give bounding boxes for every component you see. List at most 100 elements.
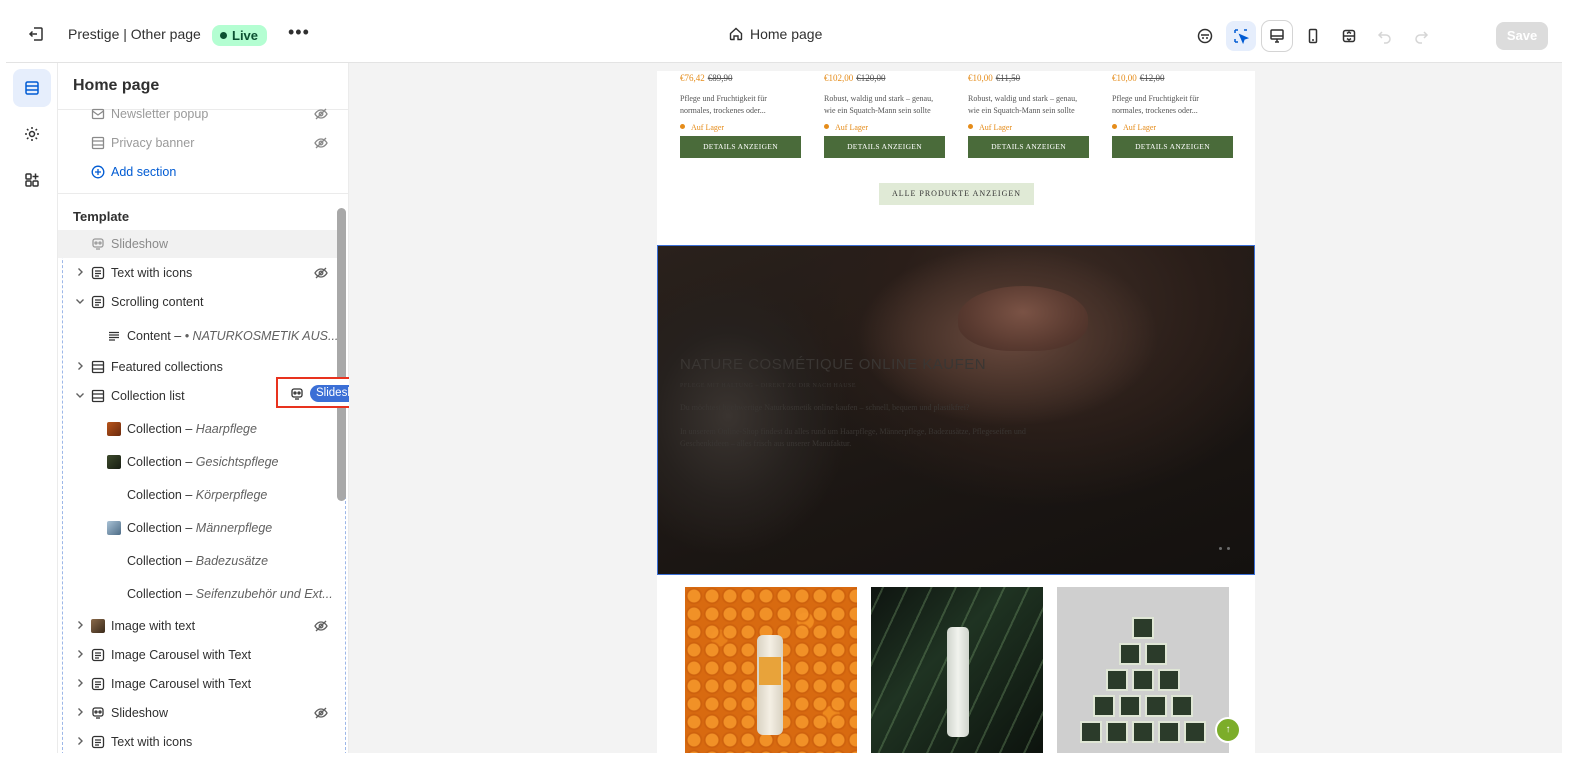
redo-icon[interactable] — [1406, 21, 1436, 51]
section-item-text-with-icons[interactable]: Text with icons — [58, 259, 338, 287]
eye-hidden-icon[interactable] — [314, 107, 328, 121]
text-block-icon — [91, 677, 105, 691]
divider — [58, 193, 348, 194]
mobile-view-icon[interactable] — [1298, 21, 1328, 51]
template-heading: Template — [73, 209, 130, 224]
soap-box — [1132, 669, 1154, 691]
scroll-top-button[interactable]: ↑ — [1215, 717, 1241, 743]
block-item-collection-koerperpflege[interactable]: Collection – Körperpflege — [58, 481, 338, 509]
section-icon — [91, 360, 105, 374]
collection-image[interactable] — [1057, 587, 1229, 753]
chevron-right-icon[interactable] — [74, 735, 86, 747]
collection-thumbnail — [107, 455, 121, 469]
product-card[interactable]: €10,00 €11,50 Robust, waldig und stark – … — [968, 71, 1090, 158]
chevron-down-icon[interactable] — [74, 389, 86, 401]
stock-dot-icon — [968, 124, 973, 129]
product-card[interactable]: €102,00 €120,00 Robust, waldig und stark … — [824, 71, 946, 158]
page-selector[interactable]: Home page — [728, 26, 822, 42]
chevron-down-icon[interactable] — [74, 295, 86, 307]
block-item-collection-maennerpflege[interactable]: Collection – Männerpflege — [58, 514, 338, 542]
section-panel: Home page Newsletter popup Privacy banne… — [58, 63, 349, 753]
chevron-right-icon[interactable] — [74, 706, 86, 718]
eye-hidden-icon[interactable] — [314, 136, 328, 150]
section-item-privacy-banner[interactable]: Privacy banner — [58, 129, 338, 157]
chevron-right-icon[interactable] — [74, 619, 86, 631]
status-badge: Live — [212, 25, 268, 46]
soap-box — [1171, 695, 1193, 717]
collection-image[interactable] — [871, 587, 1043, 753]
section-item-slideshow-dragging[interactable]: Slideshow — [58, 230, 338, 258]
block-item-collection-haarpflege[interactable]: Collection – Haarpflege — [58, 415, 338, 443]
save-button[interactable]: Save — [1496, 22, 1548, 50]
section-item-image-carousel-2[interactable]: Image Carousel with Text — [58, 670, 338, 698]
sections-icon[interactable] — [13, 69, 51, 107]
chevron-right-icon[interactable] — [74, 677, 86, 689]
apps-icon[interactable] — [13, 161, 51, 199]
gear-icon[interactable] — [13, 115, 51, 153]
eye-hidden-icon[interactable] — [314, 266, 328, 280]
section-icon — [91, 389, 105, 403]
block-item-collection-seifenzubehoer[interactable]: Collection – Seifenzubehör und Ext... — [58, 580, 338, 608]
left-rail — [6, 63, 58, 753]
undo-icon[interactable] — [1370, 21, 1400, 51]
exit-icon[interactable] — [26, 24, 48, 46]
soap-box — [1106, 669, 1128, 691]
section-icon — [91, 136, 105, 150]
slide-dot[interactable] — [1219, 547, 1222, 550]
soap-box — [1119, 695, 1141, 717]
soap-box — [1093, 695, 1115, 717]
soap-box — [1145, 695, 1167, 717]
block-item-collection-gesichtspflege[interactable]: Collection – Gesichtspflege — [58, 448, 338, 476]
product-card[interactable]: €10,00 €12,00 Pflege und Fruchtigkeit für… — [1112, 71, 1234, 158]
chevron-right-icon[interactable] — [74, 266, 86, 278]
section-item-newsletter-popup[interactable]: Newsletter popup — [58, 100, 338, 128]
text-block-icon — [91, 295, 105, 309]
slide-dot[interactable] — [1227, 547, 1230, 550]
sidekick-icon[interactable] — [1190, 21, 1220, 51]
collection-thumbnail — [107, 521, 121, 535]
text-block-icon — [91, 735, 105, 749]
preview-canvas: €76,42 €89,90 Pflege und Fruchtigkeit für… — [349, 63, 1562, 753]
eye-hidden-icon[interactable] — [314, 619, 328, 633]
text-block-icon — [91, 648, 105, 662]
section-item-slideshow-2[interactable]: Slideshow — [58, 699, 338, 727]
soap-box — [1158, 721, 1180, 743]
store-preview: €76,42 €89,90 Pflege und Fruchtigkeit für… — [657, 71, 1255, 753]
image-thumbnail — [91, 619, 105, 633]
add-section-button[interactable]: Add section — [58, 158, 338, 186]
hero-subtitle: PFLEGE MIT HALTUNG – DIREKT ZU DIR NACH … — [680, 383, 857, 389]
section-item-image-with-text[interactable]: Image with text — [58, 612, 338, 640]
soap-box — [1145, 643, 1167, 665]
product-card[interactable]: €76,42 €89,90 Pflege und Fruchtigkeit für… — [680, 71, 802, 158]
slideshow-icon — [92, 707, 104, 719]
block-item-content[interactable]: Content – • NATURKOSMETIK AUS... — [58, 322, 338, 350]
section-item-scrolling-content[interactable]: Scrolling content — [58, 288, 338, 316]
toolbar-icons — [1190, 21, 1436, 51]
theme-name[interactable]: Prestige | Other page — [68, 26, 201, 42]
collection-image[interactable] — [685, 587, 857, 753]
inspector-icon[interactable] — [1226, 21, 1256, 51]
details-button[interactable]: DETAILS ANZEIGEN — [824, 136, 945, 158]
text-block-icon — [91, 266, 105, 280]
more-actions-button[interactable]: ••• — [288, 22, 310, 43]
panel-scrollbar[interactable] — [337, 208, 346, 501]
home-icon — [729, 27, 743, 41]
details-button[interactable]: DETAILS ANZEIGEN — [1112, 136, 1233, 158]
plus-circle-icon — [91, 165, 105, 179]
desktop-view-icon[interactable] — [1262, 21, 1292, 51]
chevron-right-icon[interactable] — [74, 360, 86, 372]
slide-dots[interactable] — [1219, 547, 1230, 550]
section-item-image-carousel-1[interactable]: Image Carousel with Text — [58, 641, 338, 669]
details-button[interactable]: DETAILS ANZEIGEN — [680, 136, 801, 158]
chevron-right-icon[interactable] — [74, 648, 86, 660]
text-align-icon — [109, 331, 119, 341]
live-dot-icon — [220, 32, 227, 39]
soap-box — [1119, 643, 1141, 665]
eye-hidden-icon[interactable] — [314, 706, 328, 720]
section-item-text-with-icons-2[interactable]: Text with icons — [58, 728, 338, 753]
fullscreen-icon[interactable] — [1334, 21, 1364, 51]
all-products-button[interactable]: ALLE PRODUKTE ANZEIGEN — [879, 183, 1034, 205]
details-button[interactable]: DETAILS ANZEIGEN — [968, 136, 1089, 158]
block-item-collection-badezusaetze[interactable]: Collection – Badezusätze — [58, 547, 338, 575]
slideshow-section[interactable]: NATURE COSMÉTIQUE ONLINE KAUFEN PFLEGE M… — [657, 245, 1255, 575]
